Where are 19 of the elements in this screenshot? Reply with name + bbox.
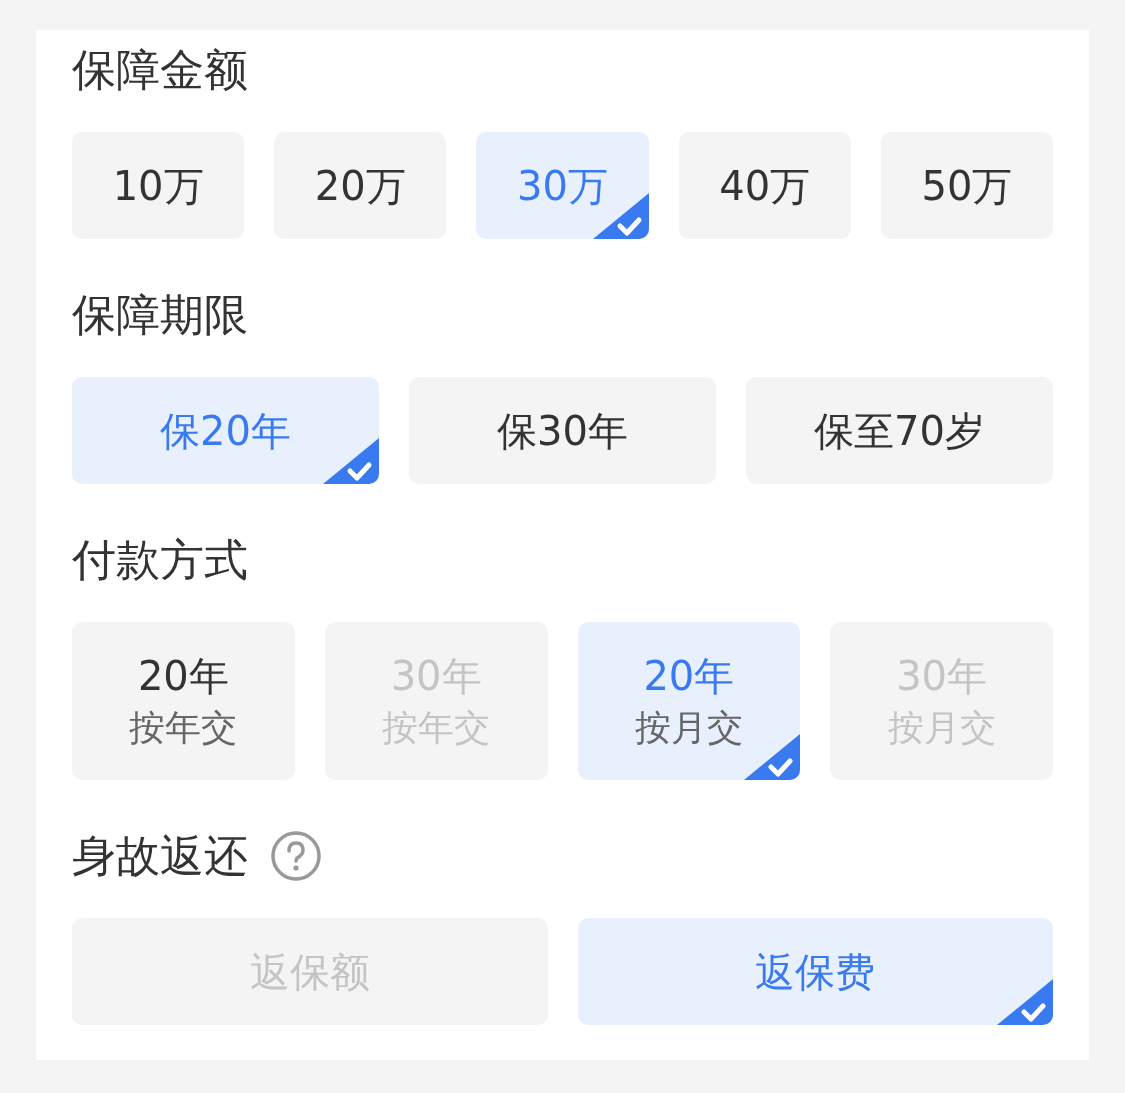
- check-corner-icon: [323, 438, 379, 484]
- option-button[interactable]: 返保费: [577, 918, 1053, 1025]
- help-icon[interactable]: [270, 830, 322, 882]
- option-button[interactable]: 保20年: [72, 377, 379, 484]
- option-button[interactable]: 10万: [72, 132, 245, 239]
- option-button[interactable]: 保30年: [409, 377, 716, 484]
- check-corner-icon: [744, 734, 801, 780]
- option-button[interactable]: 20年 按月交: [577, 622, 801, 780]
- option-button[interactable]: 保至70岁: [746, 377, 1053, 484]
- option-button[interactable]: 30万: [476, 132, 649, 239]
- section-title: 保障期限: [72, 288, 248, 342]
- option-button[interactable]: 20年 按年交: [72, 622, 295, 780]
- section-title: 付款方式: [72, 533, 248, 587]
- section-title: 身故返还: [72, 829, 248, 883]
- check-corner-icon: [997, 979, 1053, 1025]
- section-title: 保障金额: [72, 43, 248, 97]
- option-button[interactable]: 20万: [274, 132, 447, 239]
- option-button[interactable]: 50万: [880, 132, 1053, 239]
- option-button[interactable]: 40万: [678, 132, 851, 239]
